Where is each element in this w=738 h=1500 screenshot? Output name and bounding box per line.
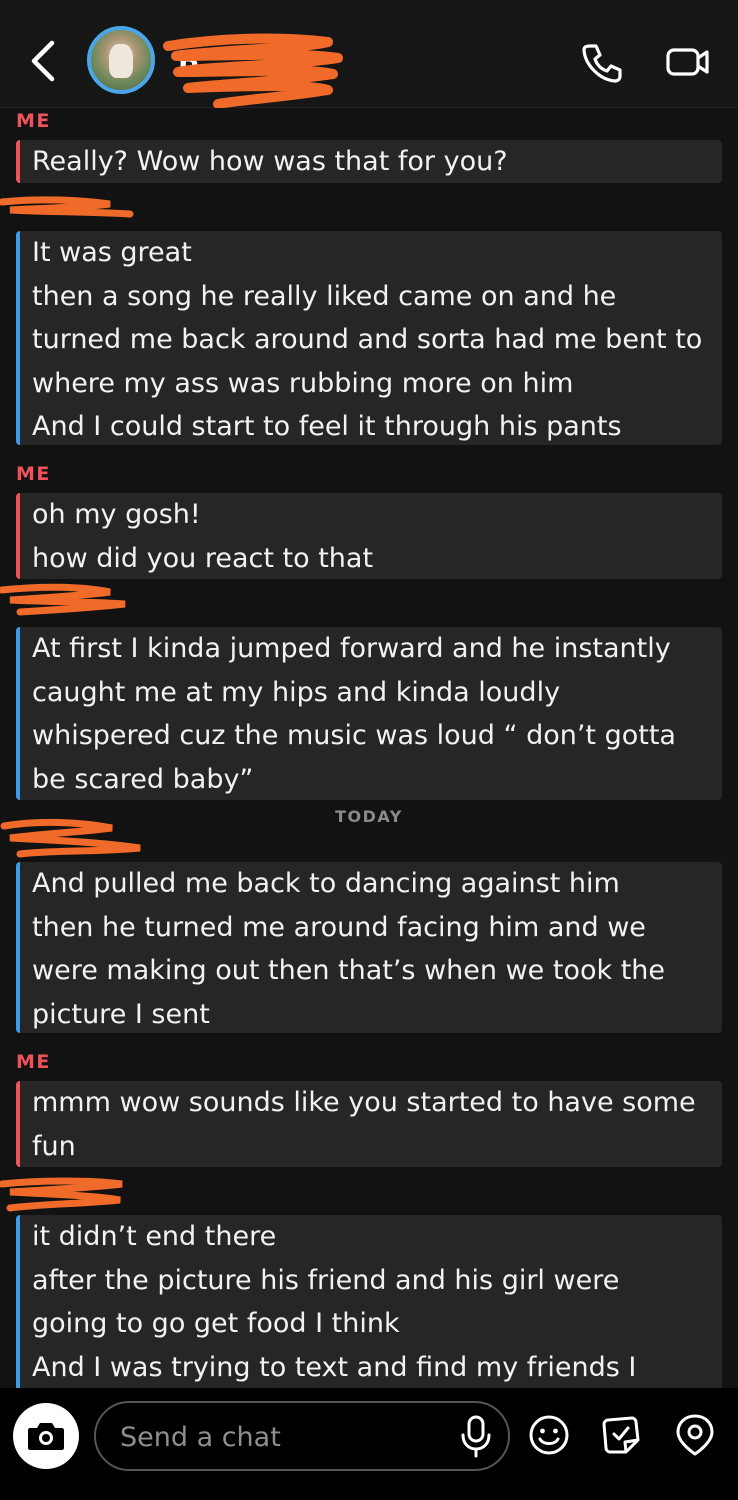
redaction-scribble xyxy=(0,583,126,616)
message-bubble[interactable]: oh my gosh! how did you react to that xyxy=(16,493,722,579)
message-bubble[interactable]: it didn’t end there after the picture hi… xyxy=(16,1215,722,1388)
microphone-icon xyxy=(461,1415,491,1458)
phone-icon xyxy=(582,44,622,83)
camera-button[interactable] xyxy=(13,1403,79,1469)
sticker-icon xyxy=(602,1416,640,1454)
message-bubble[interactable]: And pulled me back to dancing against hi… xyxy=(16,862,722,1033)
sender-label: ME xyxy=(16,463,51,485)
video-call-button[interactable] xyxy=(664,40,712,84)
sticker-button[interactable] xyxy=(598,1412,644,1458)
chat-input[interactable] xyxy=(94,1401,510,1471)
voice-call-button[interactable] xyxy=(580,40,624,84)
camera-icon xyxy=(28,1423,64,1450)
message-bubble[interactable]: At first I kinda jumped forward and he i… xyxy=(16,627,722,800)
chat-input-field[interactable] xyxy=(120,1415,440,1459)
message-bubble[interactable]: mmm wow sounds like you started to have … xyxy=(16,1081,722,1167)
redaction-scribble xyxy=(0,818,141,858)
redaction-scribble xyxy=(0,196,134,218)
video-camera-icon xyxy=(666,48,709,76)
chat-header: B xyxy=(0,0,738,108)
avatar[interactable] xyxy=(87,26,155,94)
sender-label: ME xyxy=(16,110,51,132)
emoji-icon xyxy=(529,1415,569,1455)
message-list[interactable]: ME Really? Wow how was that for you? It … xyxy=(0,108,738,1388)
bitmoji-icon xyxy=(676,1414,714,1456)
message-bubble[interactable]: It was great then a song he really liked… xyxy=(16,231,722,445)
bitmoji-button[interactable] xyxy=(672,1412,718,1458)
message-bubble[interactable]: Really? Wow how was that for you? xyxy=(16,140,722,183)
emoji-button[interactable] xyxy=(526,1412,572,1458)
redaction-scribble xyxy=(0,1177,123,1212)
sender-label: ME xyxy=(16,1051,51,1073)
back-icon xyxy=(31,40,55,82)
back-button[interactable] xyxy=(24,38,64,84)
chat-composer xyxy=(0,1388,738,1500)
microphone-button[interactable] xyxy=(458,1413,494,1459)
redaction-scribble xyxy=(163,33,343,108)
